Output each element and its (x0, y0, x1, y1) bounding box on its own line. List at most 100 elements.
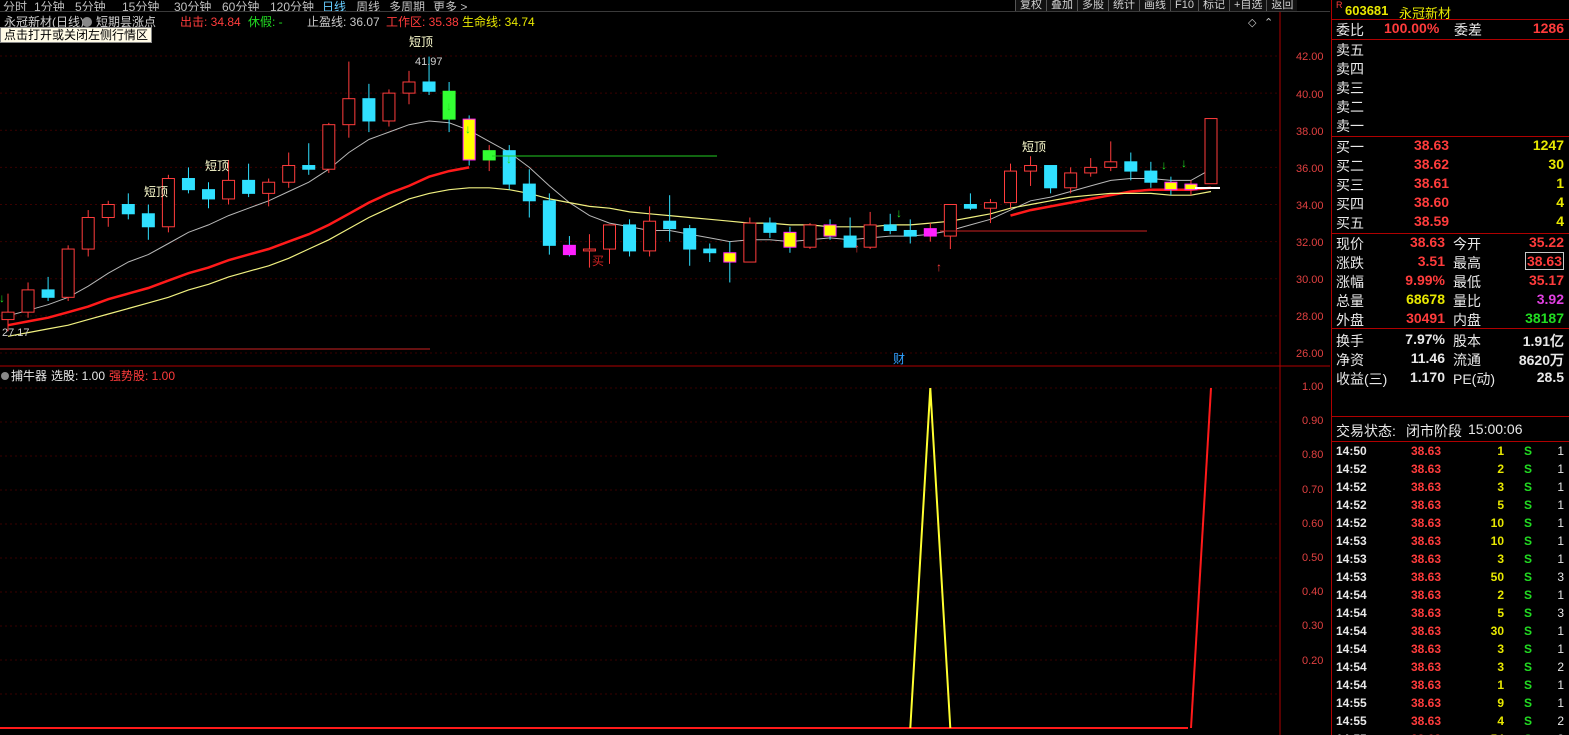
restore-right-button[interactable]: 复权 (1015, 0, 1046, 11)
period-tab[interactable]: 60分钟 (222, 0, 259, 11)
y-tick: 40.00 (1296, 89, 1324, 101)
period-tab[interactable]: 120分钟 (270, 0, 314, 11)
stat-label: 今开 (1453, 236, 1481, 252)
period-tab-active[interactable]: 日线 (322, 0, 346, 11)
candle-body (1024, 165, 1038, 172)
tick-volume: 1 (1497, 678, 1504, 692)
bid-volume: 4 (1556, 194, 1564, 210)
candle-body (202, 189, 215, 200)
tick-row: 14:54 38.63 3 S 2 (1336, 658, 1566, 676)
tick-volume: 9 (1497, 696, 1504, 710)
stats-button[interactable]: 统计 (1108, 0, 1139, 11)
candle-body (41, 289, 55, 298)
candle (943, 204, 957, 250)
down-arrow-icon: ↓ (506, 152, 512, 166)
tick-price: 38.63 (1411, 678, 1442, 692)
candle-body (1104, 161, 1118, 168)
draw-line-button[interactable]: 画线 (1139, 0, 1170, 11)
tick-price: 38.63 (1411, 498, 1442, 512)
candle-body (623, 224, 637, 252)
period-tab[interactable]: 5分钟 (75, 0, 106, 11)
ask-label: 卖五 (1336, 42, 1364, 58)
trade-time: 15:00:06 (1468, 421, 1523, 437)
candle (562, 236, 576, 257)
candle (823, 219, 837, 240)
period-tab[interactable]: 多周期 (389, 0, 425, 11)
candle-body (663, 220, 677, 230)
candle (863, 211, 877, 250)
ask-label: 卖四 (1336, 61, 1364, 77)
period-tab[interactable]: 30分钟 (174, 0, 211, 11)
toggle-left-panel-tooltip[interactable]: 点击打开或关闭左侧行情区 (0, 27, 153, 43)
collapse-icon[interactable]: ⌃ (1264, 17, 1273, 29)
bid-row: 买三 38.61 1 (1336, 175, 1566, 194)
buy-label: 买 (592, 254, 604, 268)
period-tab[interactable]: 15分钟 (122, 0, 159, 11)
stat-label: 换手 (1336, 333, 1364, 349)
finance-label[interactable]: 财 (893, 352, 905, 366)
indicator-chart[interactable]: 1.00 0.90 0.80 0.70 0.60 0.50 0.40 0.30 … (0, 367, 1330, 735)
y-tick: 0.80 (1302, 449, 1323, 461)
tick-row: 14:54 38.63 1 S 1 (1336, 676, 1566, 694)
tick-side: S (1524, 498, 1533, 512)
low-price-label: 27.17 (2, 327, 30, 339)
stat-value: 30491 (1406, 310, 1445, 326)
indicator-name: 捕牛器 (11, 368, 47, 383)
multi-stock-button[interactable]: 多股 (1077, 0, 1108, 11)
diamond-icon[interactable]: ◇ (1248, 17, 1257, 29)
tick-row: 14:5538.6354S3 (1336, 730, 1566, 735)
candle-body (1064, 172, 1078, 189)
period-toolbar: 分时 1分钟 5分钟 15分钟 30分钟 60分钟 120分钟 日线 周线 多周… (0, 0, 1330, 12)
tick-price: 38.63 (1411, 462, 1442, 476)
tick-count: 1 (1557, 552, 1564, 566)
candle-body (683, 228, 697, 250)
period-tab[interactable]: 1分钟 (34, 0, 65, 11)
ask-row: 卖三 (1336, 78, 1566, 97)
tick-side: S (1524, 588, 1533, 602)
ratio-value: 100.00% (1384, 20, 1440, 36)
tick-time: 14:54 (1336, 660, 1367, 674)
rest-label: 休假: - (248, 15, 283, 29)
period-tab[interactable]: 周线 (356, 0, 380, 11)
candle-body (1, 311, 15, 321)
kline-chart[interactable]: 42.00 40.00 38.00 36.00 34.00 32.00 30.0… (0, 12, 1330, 367)
f10-button[interactable]: F10 (1170, 0, 1198, 11)
overlay-button[interactable]: 叠加 (1046, 0, 1077, 11)
tick-volume: 1 (1497, 444, 1504, 458)
stat-row: 外盘 30491 内盘 38187 (1336, 310, 1566, 329)
tick-count: 1 (1557, 498, 1564, 512)
candle-body (803, 224, 817, 248)
candle-body (402, 81, 416, 94)
candle (623, 219, 637, 257)
gear-icon[interactable] (1, 372, 9, 380)
back-button[interactable]: 返回 (1266, 0, 1298, 11)
tick-volume: 10 (1490, 534, 1504, 548)
add-favorite-button[interactable]: +自选 (1228, 0, 1267, 11)
candle (181, 167, 195, 194)
y-tick: 0.30 (1302, 620, 1323, 632)
candle-body (222, 179, 236, 200)
stat-row: 涨幅 9.99% 最低 35.17 (1336, 272, 1566, 291)
work-label: 工作区: 35.38 (386, 15, 459, 29)
bid-label: 买二 (1336, 158, 1364, 174)
stat-label: 内盘 (1453, 312, 1481, 328)
mark-button[interactable]: 标记 (1197, 0, 1229, 11)
trade-state-row: 交易状态: 闭市阶段 15:00:06 (1336, 421, 1566, 440)
candle (161, 174, 175, 233)
period-tab[interactable]: 分时 (3, 0, 27, 11)
select-label: 选股: 1.00 (51, 369, 105, 383)
gear-icon[interactable] (82, 17, 92, 27)
trade-state-label: 交易状态: (1336, 423, 1396, 439)
y-axis: 1.00 0.90 0.80 0.70 0.60 0.50 0.40 0.30 … (1302, 381, 1323, 667)
bid-price: 38.60 (1414, 194, 1450, 210)
stat-label: 净资 (1336, 352, 1364, 368)
more-tab[interactable]: 更多 > (433, 0, 467, 11)
candle-body (121, 204, 135, 215)
tick-time: 14:53 (1336, 534, 1367, 548)
candle-body (703, 248, 717, 254)
tick-side: S (1524, 444, 1533, 458)
candle-body (81, 216, 95, 250)
candle-body (522, 183, 536, 202)
candle-body (562, 244, 576, 256)
sub-header: 捕牛器 选股: 1.00 强势股: 1.00 (1, 368, 175, 383)
